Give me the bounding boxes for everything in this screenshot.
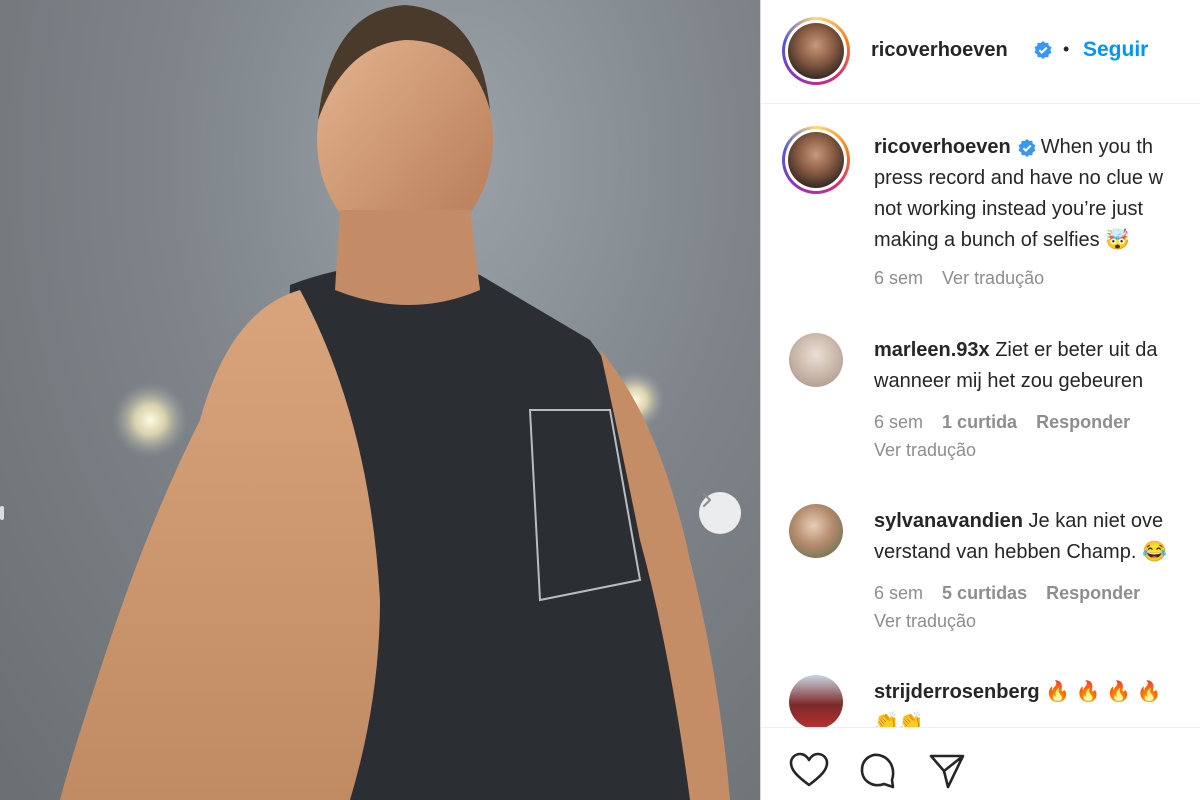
caption: ricoverhoeven When you th press record an… [874, 132, 1200, 256]
follow-button[interactable]: Seguir [1083, 38, 1148, 62]
caption-text-line: press record and have no clue w [874, 167, 1164, 189]
comment-username[interactable]: marleen.93x [874, 339, 990, 361]
comment-icon[interactable] [859, 752, 897, 790]
caption-translate-link[interactable]: Ver tradução [942, 268, 1044, 288]
caption-text-line: making a bunch of selfies 🤯 [874, 229, 1131, 251]
post-side-panel: ricoverhoeven • Seguir ricoverhoeven When… [761, 0, 1200, 800]
verified-badge-icon [1034, 41, 1052, 59]
comment-avatar[interactable] [789, 333, 843, 387]
comment-time[interactable]: 6 sem [874, 583, 923, 603]
comment-likes[interactable]: 5 curtidas [942, 583, 1027, 603]
comment-meta: 6 sem 1 curtida Responder [874, 412, 1130, 433]
carousel-next-button[interactable] [699, 492, 741, 534]
caption-text-line: When you th [1040, 136, 1154, 158]
comment-avatar[interactable] [789, 675, 843, 729]
reply-button[interactable]: Responder [1046, 583, 1140, 603]
comment-translate-link[interactable]: Ver tradução [874, 611, 976, 632]
caption-avatar[interactable] [782, 126, 850, 194]
verified-badge-icon [1018, 138, 1036, 157]
header-avatar[interactable] [782, 17, 850, 85]
caption-username[interactable]: ricoverhoeven [874, 136, 1011, 158]
header-separator: • [1063, 39, 1070, 59]
comment-avatar[interactable] [789, 504, 843, 558]
reply-button[interactable]: Responder [1036, 412, 1130, 432]
comment-likes[interactable]: 1 curtida [942, 412, 1017, 432]
caption-time[interactable]: 6 sem [874, 268, 923, 288]
comment-time[interactable]: 6 sem [874, 412, 923, 432]
chevron-right-icon [702, 492, 712, 508]
comment-text-line: wanneer mij het zou gebeuren [874, 370, 1144, 392]
share-icon[interactable] [928, 752, 966, 790]
heart-icon[interactable] [789, 752, 829, 788]
comment-username[interactable]: sylvanavandien [874, 510, 1023, 532]
caption-text-line: not working instead you’re just [874, 198, 1144, 220]
comment-text-line: Ziet er beter uit da [995, 339, 1158, 361]
post-photo [0, 0, 760, 800]
caption-meta: 6 sem Ver tradução [874, 268, 1044, 289]
header-username[interactable]: ricoverhoeven [871, 39, 1008, 62]
comment-meta: 6 sem 5 curtidas Responder [874, 583, 1140, 604]
comment-username[interactable]: strijderrosenberg [874, 681, 1040, 703]
comment: marleen.93x Ziet er beter uit da wanneer… [874, 335, 1158, 397]
comment-text-line: 🔥 🔥 🔥 🔥 [1045, 681, 1162, 703]
comment-text-line: verstand van hebben Champ. 😂 [874, 541, 1167, 563]
comment: sylvanavandien Je kan niet ove verstand … [874, 506, 1167, 568]
comment-translate-link[interactable]: Ver tradução [874, 440, 976, 461]
post-header: ricoverhoeven • Seguir [761, 0, 1200, 104]
previous-edge-indicator [0, 506, 4, 520]
selfie-image [60, 5, 730, 800]
comment-text-line: Je kan niet ove [1028, 510, 1164, 532]
